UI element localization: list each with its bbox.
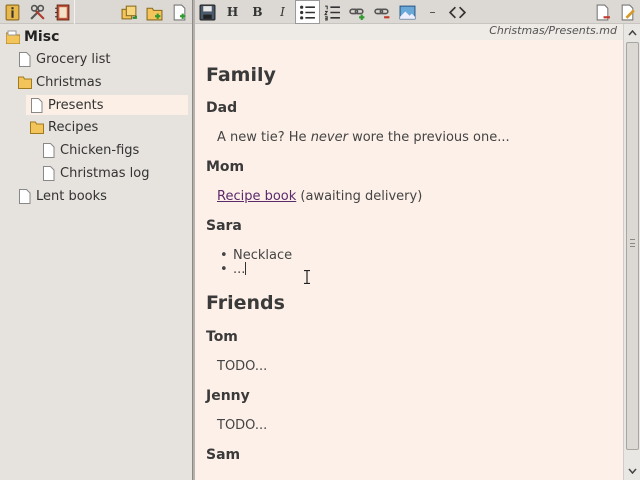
paragraph-mom: Recipe book (awaiting delivery) <box>217 189 422 204</box>
heading-family: Family <box>206 64 276 86</box>
heading-button[interactable]: H <box>220 0 245 24</box>
save-button[interactable] <box>195 0 220 24</box>
tree-item-label: Misc <box>24 29 60 45</box>
tools-icon <box>30 4 45 20</box>
paragraph-dad: A new tie? He never wore the previous on… <box>217 130 510 145</box>
copy-button[interactable] <box>117 0 142 24</box>
tree-item-label: Recipes <box>48 119 99 135</box>
tree-item-misc[interactable]: Misc <box>6 27 59 47</box>
tree-item-chicken-figs[interactable]: Chicken-figs <box>42 140 139 160</box>
heading-dad: Dad <box>206 100 238 116</box>
heading-sara: Sara <box>206 218 242 234</box>
delete-page-icon <box>596 4 610 20</box>
mom-text: (awaiting delivery) <box>296 189 423 204</box>
code-button[interactable] <box>445 0 470 24</box>
grip-icon <box>630 239 635 247</box>
dad-text-before: A new tie? He <box>217 130 311 145</box>
edit-page-button[interactable] <box>615 0 640 24</box>
notebook-icon <box>54 4 69 20</box>
notes-tree: Misc Grocery list Christmas Presents Rec… <box>0 24 192 480</box>
markdown-editor[interactable]: Family Dad A new tie? He never wore the … <box>195 40 623 480</box>
bold-button[interactable]: B <box>245 0 270 24</box>
page-icon <box>42 165 56 181</box>
code-icon <box>449 6 466 18</box>
tree-item-presents[interactable]: Presents <box>26 95 188 115</box>
numbered-list-icon <box>324 5 340 20</box>
tree-item-christmas-log[interactable]: Christmas log <box>42 163 150 183</box>
insert-link-icon <box>349 8 365 20</box>
bullet-list-icon <box>300 5 315 19</box>
tools-button[interactable] <box>25 0 50 24</box>
folder-icon <box>18 74 32 90</box>
list-item-text: ... <box>233 262 246 277</box>
paragraph-jenny: TODO... <box>217 418 268 433</box>
sidebar-toolbar <box>0 0 192 24</box>
heading-label: H <box>226 5 239 19</box>
info-button[interactable] <box>0 0 25 24</box>
dad-text-after: wore the previous one... <box>347 130 510 145</box>
bullet-list-button[interactable] <box>295 0 320 24</box>
page-icon <box>18 51 32 67</box>
vertical-scrollbar[interactable] <box>623 24 640 480</box>
page-icon <box>18 188 32 204</box>
copy-icon <box>121 5 137 19</box>
italic-button[interactable]: I <box>270 0 295 24</box>
toolbar-spacer-right <box>470 0 590 23</box>
editor-toolbar: H B I – <box>195 0 640 24</box>
heading-mom: Mom <box>206 159 245 175</box>
file-path: Christmas/Presents.md <box>195 24 623 40</box>
italic-label: I <box>280 5 285 19</box>
chevron-up-icon <box>628 29 637 35</box>
page-icon <box>30 97 44 113</box>
dad-text-emphasis: never <box>310 130 348 145</box>
heading-tom: Tom <box>206 329 238 345</box>
recipe-book-link[interactable]: Recipe book <box>217 189 296 204</box>
new-page-icon <box>173 4 186 20</box>
horizontal-rule-button[interactable]: – <box>420 0 445 24</box>
notebook-button[interactable] <box>50 0 75 24</box>
tree-item-label: Presents <box>48 97 104 113</box>
bold-label: B <box>252 5 263 19</box>
delete-page-button[interactable] <box>590 0 615 24</box>
new-folder-button[interactable] <box>142 0 167 24</box>
heading-friends: Friends <box>206 292 285 314</box>
tree-item-label: Christmas <box>36 74 102 90</box>
scrollbar-thumb[interactable] <box>626 42 639 450</box>
image-button[interactable] <box>395 0 420 24</box>
edit-page-icon <box>621 4 635 20</box>
page-icon <box>42 142 56 158</box>
scroll-up-button[interactable] <box>625 25 640 40</box>
tree-item-label: Chicken-figs <box>60 142 140 158</box>
chevron-down-icon <box>628 468 637 474</box>
tree-item-lent-books[interactable]: Lent books <box>18 186 107 206</box>
tree-item-label: Christmas log <box>60 165 150 181</box>
list-item: Necklace <box>220 248 292 263</box>
remove-link-icon <box>374 8 390 18</box>
tree-item-label: Lent books <box>36 188 107 204</box>
numbered-list-button[interactable] <box>320 0 345 24</box>
insert-link-button[interactable] <box>345 0 370 24</box>
hr-label: – <box>429 5 436 19</box>
tree-item-grocery-list[interactable]: Grocery list <box>18 49 111 69</box>
ibeam-cursor-icon <box>304 270 310 284</box>
heading-sam: Sam <box>206 447 241 463</box>
list-item-editing: ... <box>220 262 247 277</box>
scroll-down-button[interactable] <box>625 463 640 478</box>
tree-item-recipes[interactable]: Recipes <box>30 117 98 137</box>
new-folder-icon <box>146 7 163 20</box>
paragraph-tom: TODO... <box>217 359 268 374</box>
remove-link-button[interactable] <box>370 0 395 24</box>
info-icon <box>5 4 20 20</box>
new-page-button[interactable] <box>167 0 192 24</box>
save-icon <box>199 4 216 20</box>
image-icon <box>399 5 416 19</box>
tree-item-label: Grocery list <box>36 51 111 67</box>
tree-item-christmas[interactable]: Christmas <box>18 72 102 92</box>
notebook-folder-icon <box>6 29 20 45</box>
heading-jenny: Jenny <box>206 388 250 404</box>
folder-icon <box>30 119 44 135</box>
text-caret <box>245 262 247 275</box>
